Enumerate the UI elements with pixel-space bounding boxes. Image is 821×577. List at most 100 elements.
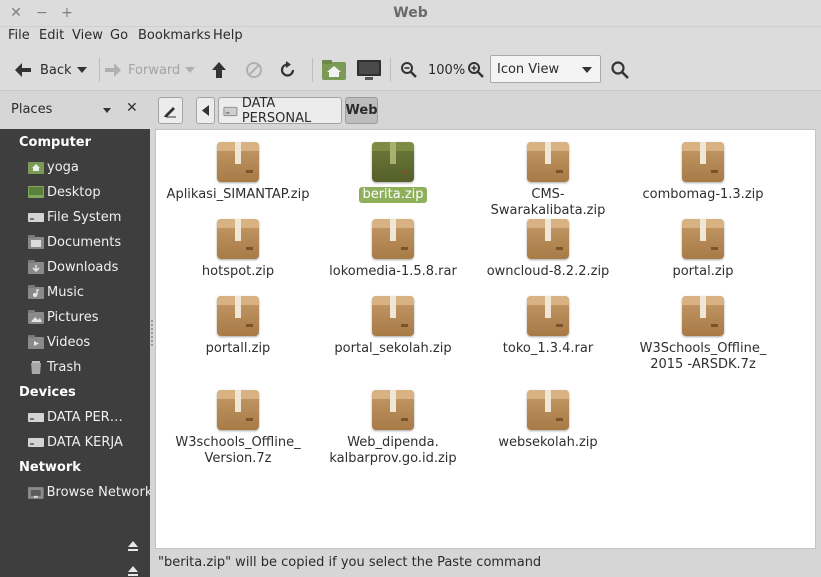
sidebar-heading-computer: Computer xyxy=(19,135,92,150)
up-arrow-icon xyxy=(212,62,226,78)
sidebar-item-downloads[interactable]: Downloads xyxy=(28,257,150,277)
archive-icon xyxy=(215,386,261,432)
stop-button[interactable] xyxy=(245,49,263,91)
toggle-location-entry-button[interactable] xyxy=(158,97,183,124)
file-item[interactable]: Web_dipenda. kalbarprov.go.id.zip xyxy=(318,386,468,467)
zoom-out-button[interactable] xyxy=(400,49,418,91)
crumb-data-personal[interactable]: DATA PERSONAL xyxy=(218,95,342,126)
crumb-scroll-left-button[interactable] xyxy=(196,97,215,124)
file-name: hotspot.zip xyxy=(201,264,275,279)
sidebar-item-label: DATA PER… xyxy=(47,409,123,425)
sidebar-item-videos[interactable]: Videos xyxy=(28,332,150,352)
search-button[interactable] xyxy=(610,49,630,91)
status-text: "berita.zip" will be copied if you selec… xyxy=(158,555,542,570)
view-mode-value: Icon View xyxy=(497,62,560,77)
archive-icon xyxy=(370,386,416,432)
back-button[interactable]: Back xyxy=(14,49,72,91)
chevron-down-icon xyxy=(582,67,592,73)
sidebar-item-desktop[interactable]: Desktop xyxy=(28,182,150,202)
forward-history-dropdown[interactable] xyxy=(184,49,196,91)
sidebar-item-browse-network[interactable]: Browse Network xyxy=(28,482,150,502)
zoom-in-button[interactable] xyxy=(467,49,485,91)
view-mode-select[interactable]: Icon View xyxy=(490,55,601,83)
file-item[interactable]: portall.zip xyxy=(163,292,313,357)
zoom-level[interactable]: 100% xyxy=(428,49,465,91)
file-name: berita.zip xyxy=(359,187,427,203)
sidebar-item-data-personal[interactable]: DATA PER… xyxy=(28,407,150,427)
sidebar-resize-handle[interactable] xyxy=(151,320,153,346)
home-folder-icon xyxy=(28,162,44,174)
file-item[interactable]: W3Schools_Offline_ 2015 -ARSDK.7z xyxy=(628,292,778,373)
folder-icon xyxy=(28,235,44,249)
file-name: Aplikasi_SIMANTAP.zip xyxy=(166,187,310,202)
file-view[interactable]: Aplikasi_SIMANTAP.zip berita.zip CMS-Swa… xyxy=(155,129,816,549)
crumb-data-personal-label: DATA PERSONAL xyxy=(241,95,312,126)
monitor-icon xyxy=(357,60,381,80)
sidebar-item-label: Browse Network xyxy=(46,484,150,500)
sidebar-item-file-system[interactable]: File System xyxy=(28,207,150,227)
chevron-left-icon xyxy=(201,105,209,116)
menu-file[interactable]: File xyxy=(8,28,30,43)
reload-button[interactable] xyxy=(278,49,298,91)
file-item[interactable]: hotspot.zip xyxy=(163,215,313,280)
sidebar-item-label: Pictures xyxy=(47,309,99,325)
file-item[interactable]: owncloud-8.2.2.zip xyxy=(473,215,623,280)
sidebar: Computer yoga Desktop File System Docume… xyxy=(0,129,150,577)
sidebar-title: Places xyxy=(11,102,53,117)
sidebar-item-label: Videos xyxy=(47,334,91,350)
toolbar-separator xyxy=(312,58,313,82)
sidebar-mode-dropdown[interactable] xyxy=(103,108,111,113)
title-bar: ✕ − + Web xyxy=(0,0,821,27)
sidebar-item-trash[interactable]: Trash xyxy=(28,357,150,377)
sidebar-item-label: Documents xyxy=(47,234,122,250)
folder-icon xyxy=(28,335,44,349)
back-history-dropdown[interactable] xyxy=(76,49,88,91)
file-item[interactable]: portal.zip xyxy=(628,215,778,280)
search-icon xyxy=(611,61,629,79)
file-item-selected[interactable]: berita.zip xyxy=(318,138,468,203)
file-name: lokomedia-1.5.8.rar xyxy=(329,264,457,279)
menu-edit[interactable]: Edit xyxy=(39,28,64,43)
trash-icon xyxy=(31,361,41,374)
zoom-in-icon xyxy=(468,62,484,78)
menu-bookmarks[interactable]: Bookmarks xyxy=(138,28,211,43)
file-name: portal.zip xyxy=(672,264,734,279)
up-button[interactable] xyxy=(211,49,227,91)
menu-help[interactable]: Help xyxy=(213,28,243,43)
sidebar-item-yoga[interactable]: yoga xyxy=(28,157,150,177)
computer-button[interactable] xyxy=(356,49,382,91)
file-item[interactable]: CMS-Swarakalibata.zip xyxy=(473,138,623,219)
sidebar-item-documents[interactable]: Documents xyxy=(28,232,150,252)
forward-button[interactable]: Forward xyxy=(104,49,180,91)
sidebar-item-label: Downloads xyxy=(47,259,119,275)
archive-icon xyxy=(525,386,571,432)
sidebar-item-music[interactable]: Music xyxy=(28,282,150,302)
crumb-web-label: Web xyxy=(345,103,378,118)
zoom-out-icon xyxy=(401,62,417,78)
file-name: portal_sekolah.zip xyxy=(334,341,452,356)
file-item[interactable]: Aplikasi_SIMANTAP.zip xyxy=(163,138,313,203)
file-item[interactable]: portal_sekolah.zip xyxy=(318,292,468,357)
eject-icon[interactable] xyxy=(128,566,138,576)
menu-view[interactable]: View xyxy=(72,28,103,43)
menu-go[interactable]: Go xyxy=(110,28,128,43)
file-item[interactable]: combomag-1.3.zip xyxy=(628,138,778,203)
file-item[interactable]: toko_1.3.4.rar xyxy=(473,292,623,357)
sidebar-item-pictures[interactable]: Pictures xyxy=(28,307,150,327)
close-sidebar-icon[interactable]: ✕ xyxy=(126,100,138,116)
status-bar: "berita.zip" will be copied if you selec… xyxy=(150,549,821,577)
file-name: toko_1.3.4.rar xyxy=(502,341,594,356)
home-button[interactable] xyxy=(321,49,347,91)
eject-icon[interactable] xyxy=(128,541,138,551)
zoom-level-text: 100% xyxy=(428,62,466,78)
file-item[interactable]: websekolah.zip xyxy=(473,386,623,451)
file-name: combomag-1.3.zip xyxy=(642,187,764,202)
archive-icon xyxy=(525,215,571,261)
folder-icon xyxy=(28,310,44,324)
sidebar-item-label: Desktop xyxy=(47,184,101,200)
sidebar-item-data-kerja[interactable]: DATA KERJA xyxy=(28,432,150,452)
file-item[interactable]: W3schools_Offline_ Version.7z xyxy=(163,386,313,467)
file-item[interactable]: lokomedia-1.5.8.rar xyxy=(318,215,468,280)
toolbar-separator xyxy=(99,58,100,82)
crumb-web[interactable]: Web xyxy=(345,97,378,124)
